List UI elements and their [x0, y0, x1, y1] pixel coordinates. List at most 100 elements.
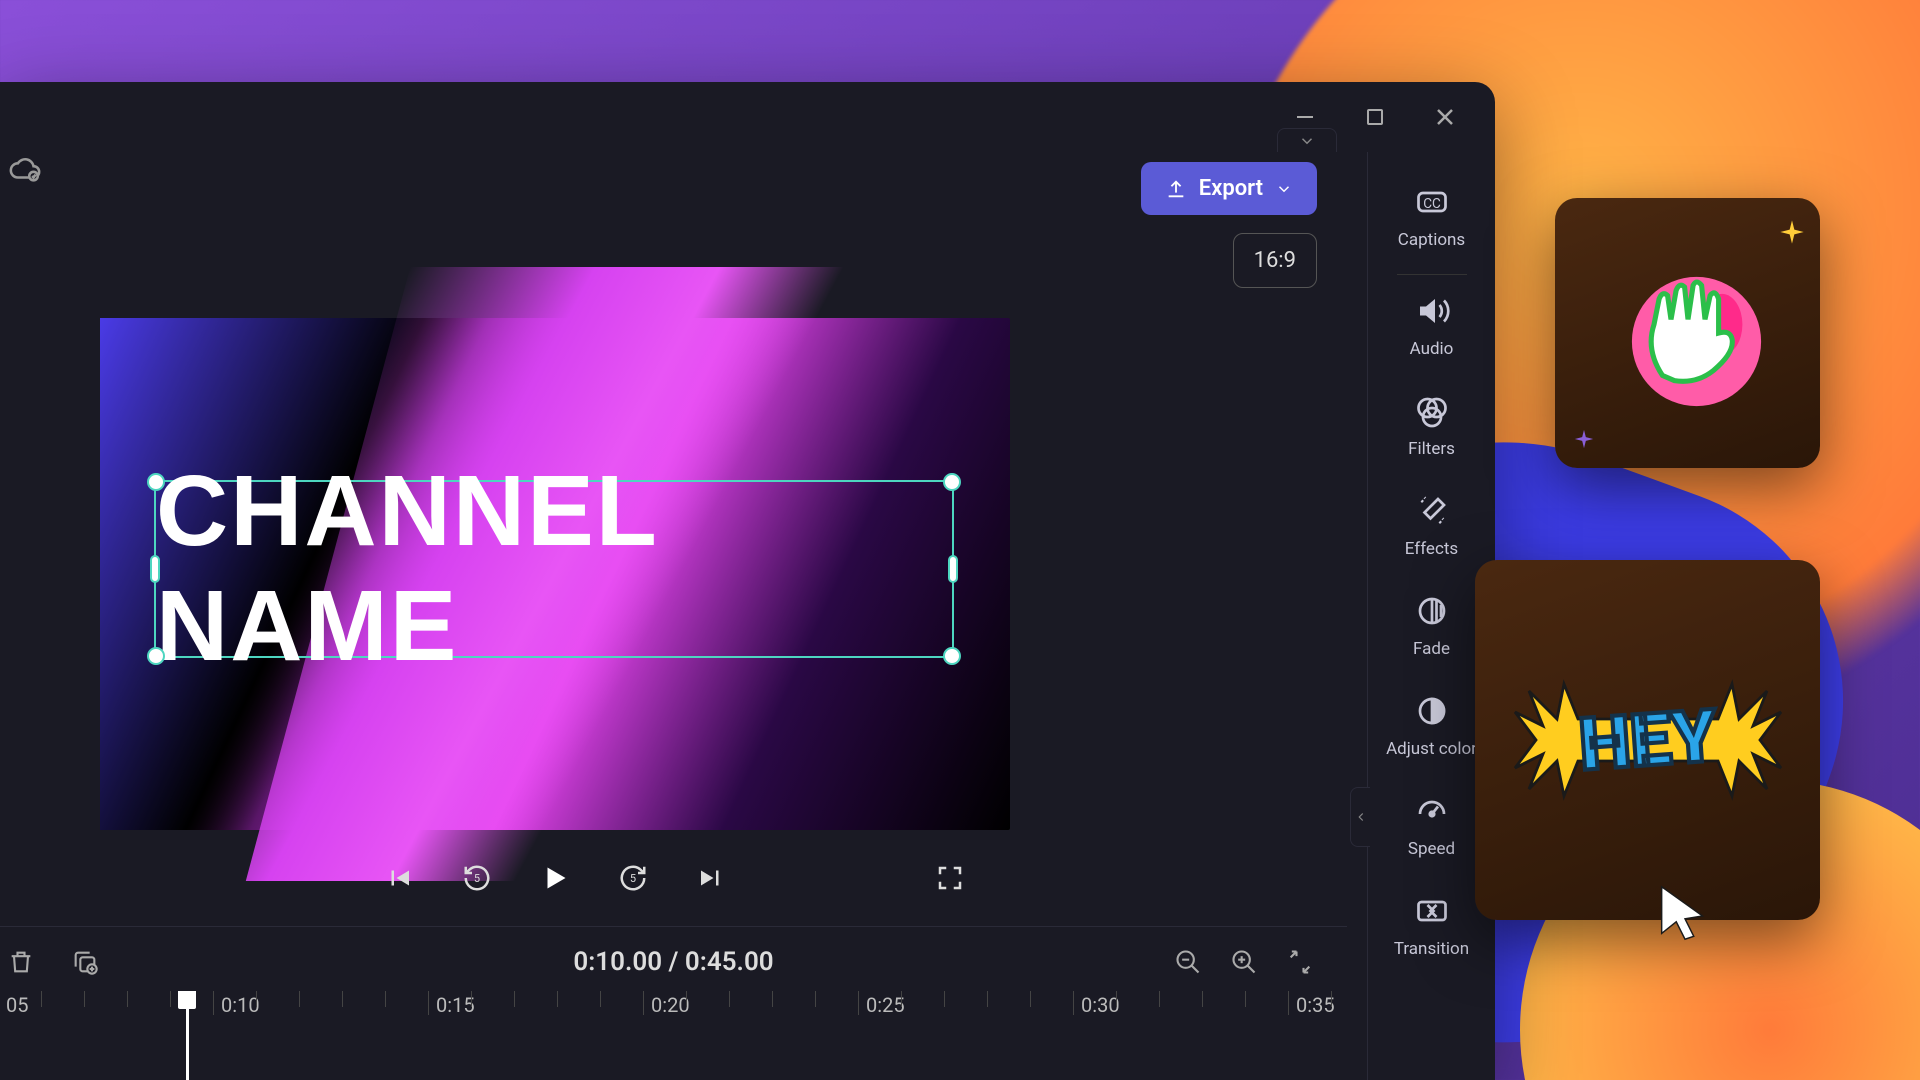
ruler-tick-minor	[41, 991, 42, 1007]
ruler-tick-major	[428, 991, 429, 1015]
sidebar-item-speed[interactable]: Speed	[1377, 781, 1487, 877]
playback-controls: 5 5	[100, 858, 1010, 898]
sidebar-item-transition[interactable]: Transition	[1377, 881, 1487, 977]
ruler-label: 0:10	[221, 993, 260, 1017]
sidebar-label: Adjust color	[1386, 739, 1477, 759]
ruler-tick-minor	[471, 991, 472, 1007]
close-button[interactable]	[1430, 102, 1460, 132]
ruler-tick-minor	[901, 991, 902, 1007]
sidebar-divider	[1397, 274, 1467, 275]
ruler-tick-minor	[1159, 991, 1160, 1007]
ruler-tick-major	[643, 991, 644, 1015]
ruler-tick-minor	[815, 991, 816, 1007]
export-button[interactable]: Export	[1141, 162, 1317, 215]
text-element[interactable]: CHANNEL NAME	[156, 454, 952, 684]
sidebar-collapse-button[interactable]	[1350, 787, 1370, 847]
ruler-tick-minor	[342, 991, 343, 1007]
sparkle-icon	[1573, 428, 1595, 450]
video-preview[interactable]: CHANNEL NAME	[100, 318, 1010, 830]
app-window: Export 16:9 CHANNEL NAME	[0, 82, 1495, 1080]
sidebar-label: Fade	[1413, 639, 1450, 659]
sidebar-item-effects[interactable]: Effects	[1377, 481, 1487, 577]
aspect-ratio-button[interactable]: 16:9	[1233, 233, 1317, 288]
sidebar-label: Captions	[1398, 230, 1465, 250]
sidebar-label: Speed	[1408, 839, 1455, 859]
ruler-label: 0:15	[436, 993, 475, 1017]
ruler-tick-major	[1288, 991, 1289, 1015]
skip-start-button[interactable]	[379, 858, 419, 898]
timeline-collapse-button[interactable]	[1277, 128, 1337, 152]
text-element-selection[interactable]: CHANNEL NAME	[154, 480, 954, 658]
fit-timeline-button[interactable]	[1283, 945, 1317, 979]
playhead[interactable]	[178, 991, 196, 1080]
resize-handle-bl[interactable]	[147, 647, 165, 665]
ruler-label: 05	[6, 993, 28, 1017]
sparkle-icon	[1778, 218, 1806, 246]
export-label: Export	[1199, 176, 1263, 201]
sidebar-item-filters[interactable]: Filters	[1377, 381, 1487, 477]
time-display: 0:10.00 / 0:45.00	[573, 947, 773, 978]
sidebar-item-adjust-color[interactable]: Adjust color	[1377, 681, 1487, 777]
ruler-tick-minor	[127, 991, 128, 1007]
sidebar-item-fade[interactable]: Fade	[1377, 581, 1487, 677]
ruler-label: 0:35	[1296, 993, 1335, 1017]
ruler-tick-minor	[944, 991, 945, 1007]
resize-handle-ml[interactable]	[150, 555, 160, 583]
ruler-tick-minor	[1116, 991, 1117, 1007]
zoom-in-button[interactable]	[1227, 945, 1261, 979]
ruler-label: 0:25	[866, 993, 905, 1017]
delete-button[interactable]	[4, 945, 38, 979]
play-button[interactable]	[535, 858, 575, 898]
editor-area: Export 16:9 CHANNEL NAME	[0, 152, 1367, 1080]
ruler-tick-minor	[686, 991, 687, 1007]
timeline-ruler[interactable]: 050:100:150:200:250:300:35	[0, 991, 1347, 1080]
sidebar-label: Audio	[1410, 339, 1454, 359]
fullscreen-button[interactable]	[930, 858, 970, 898]
ruler-tick-minor	[1245, 991, 1246, 1007]
sidebar-label: Effects	[1405, 539, 1458, 559]
total-time: 0:45.00	[685, 947, 774, 977]
resize-handle-mr[interactable]	[948, 555, 958, 583]
ruler-tick-minor	[557, 991, 558, 1007]
ruler-tick-minor	[385, 991, 386, 1007]
sidebar-item-captions[interactable]: CC Captions	[1377, 172, 1487, 268]
window-titlebar	[0, 82, 1495, 152]
hey-sticker-icon: HEY	[1508, 650, 1788, 830]
sticker-panel-hand[interactable]	[1555, 198, 1820, 468]
ruler-tick-minor	[256, 991, 257, 1007]
duplicate-button[interactable]	[68, 945, 102, 979]
maximize-button[interactable]	[1360, 102, 1390, 132]
current-time: 0:10.00	[573, 947, 662, 977]
sidebar-item-audio[interactable]: Audio	[1377, 281, 1487, 377]
sticker-panel-hey[interactable]: HEY	[1475, 560, 1820, 920]
cloud-sync-icon[interactable]	[8, 152, 42, 190]
ruler-tick-minor	[987, 991, 988, 1007]
svg-text:CC: CC	[1423, 196, 1441, 212]
resize-handle-tl[interactable]	[147, 473, 165, 491]
forward-5-button[interactable]: 5	[613, 858, 653, 898]
ruler-tick-minor	[84, 991, 85, 1007]
cursor-pointer-icon	[1650, 878, 1720, 948]
timeline: 0:10.00 / 0:45.00 050:100:150:200:250:30…	[0, 926, 1347, 1080]
hand-wave-sticker-icon	[1603, 248, 1773, 418]
sidebar-label: Filters	[1408, 439, 1455, 459]
ruler-tick-minor	[299, 991, 300, 1007]
ruler-tick-minor	[772, 991, 773, 1007]
ruler-tick-minor	[1030, 991, 1031, 1007]
ruler-tick-minor	[729, 991, 730, 1007]
ruler-tick-major	[1073, 991, 1074, 1015]
zoom-out-button[interactable]	[1171, 945, 1205, 979]
resize-handle-tr[interactable]	[943, 473, 961, 491]
svg-text:HEY: HEY	[1576, 692, 1720, 787]
rewind-5-button[interactable]: 5	[457, 858, 497, 898]
ruler-tick-minor	[600, 991, 601, 1007]
skip-end-button[interactable]	[691, 858, 731, 898]
ruler-tick-major	[213, 991, 214, 1015]
ruler-tick-minor	[170, 991, 171, 1007]
ruler-tick-minor	[1331, 991, 1332, 1007]
resize-handle-br[interactable]	[943, 647, 961, 665]
ruler-tick-minor	[514, 991, 515, 1007]
ruler-tick-major	[858, 991, 859, 1015]
ruler-label: 0:20	[651, 993, 690, 1017]
ruler-tick-minor	[1202, 991, 1203, 1007]
